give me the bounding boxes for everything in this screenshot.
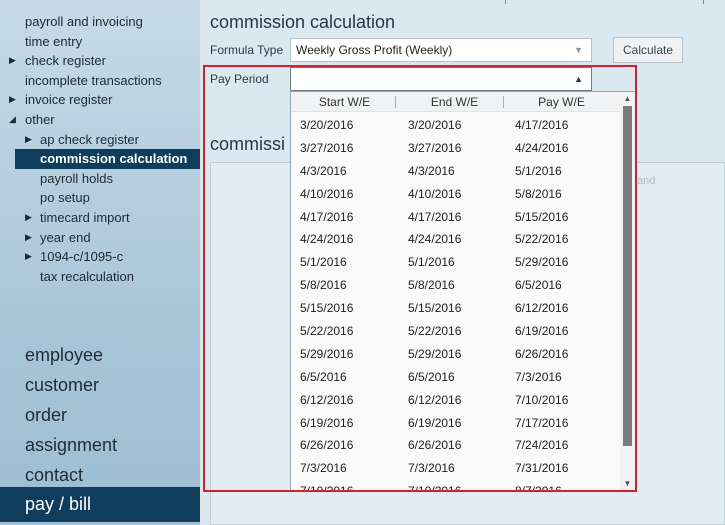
page-title: commission calculation <box>210 12 396 32</box>
sidebar-item[interactable]: payroll and invoicing <box>0 12 200 32</box>
sidebar-item-label: year end <box>40 229 91 245</box>
sidebar-item-label: incomplete transactions <box>25 72 162 88</box>
divider <box>505 0 506 4</box>
sidebar-item[interactable]: tax recalculation <box>0 267 200 287</box>
sidebar-item[interactable]: payroll holds <box>0 169 200 189</box>
calculate-button[interactable]: Calculate <box>613 37 683 63</box>
sidebar-item[interactable]: ▶ timecard import <box>0 208 200 228</box>
sidebar-item-label: commission calculation <box>40 151 188 167</box>
sidebar-item[interactable]: ▶ invoice register <box>0 90 200 110</box>
sidebar-item-label: other <box>25 111 55 127</box>
module-order[interactable]: order <box>0 400 200 430</box>
expand-arrow-icon[interactable]: ▶ <box>25 247 32 267</box>
sidebar-item[interactable]: ▶ year end <box>0 228 200 248</box>
sidebar-item[interactable]: po setup <box>0 188 200 208</box>
sidebar-item-label: ap check register <box>40 131 139 147</box>
sidebar-item-label: check register <box>25 53 106 69</box>
module-employee[interactable]: employee <box>0 340 200 370</box>
sidebar-item[interactable]: ▶ 1094-c/1095-c <box>0 247 200 267</box>
formula-type-select[interactable]: Weekly Gross Profit (Weekly) ▼ <box>290 38 592 62</box>
sidebar-item[interactable]: ▶ ap check register <box>0 130 200 150</box>
highlight-box <box>203 65 637 492</box>
sidebar-item-label: invoice register <box>25 92 113 108</box>
expand-arrow-icon[interactable]: ▶ <box>9 90 16 110</box>
formula-type-label: Formula Type <box>210 43 284 57</box>
sidebar-item-label: timecard import <box>40 209 130 225</box>
nav-tree: payroll and invoicing time entry ▶ check re… <box>0 12 200 286</box>
sidebar-item[interactable]: ▶ check register <box>0 51 200 71</box>
module-pay-bill[interactable]: pay / bill <box>0 487 200 522</box>
expanded-arrow-icon[interactable]: ◢ <box>9 110 16 130</box>
formula-type-value: Weekly Gross Profit (Weekly) <box>296 43 453 57</box>
expand-arrow-icon[interactable]: ▶ <box>25 228 32 248</box>
sidebar-item-label: tax recalculation <box>40 268 134 284</box>
sidebar: payroll and invoicing time entry ▶ check re… <box>0 0 200 525</box>
module-contact[interactable]: contact <box>0 460 200 490</box>
sidebar-item-label: payroll holds <box>40 170 113 186</box>
sidebar-item-label: time entry <box>25 33 83 49</box>
sidebar-item[interactable]: incomplete transactions <box>0 71 200 91</box>
sidebar-item[interactable]: commission calculation <box>15 149 200 169</box>
panel-text: and <box>637 175 656 187</box>
sidebar-item[interactable]: ◢ other <box>0 110 200 130</box>
module-assignment[interactable]: assignment <box>0 430 200 460</box>
sidebar-item-label: po setup <box>40 190 90 206</box>
sidebar-item-label: 1094-c/1095-c <box>40 249 124 265</box>
expand-arrow-icon[interactable]: ▶ <box>9 51 16 71</box>
divider <box>703 0 704 4</box>
sidebar-item-label: payroll and invoicing <box>25 14 143 29</box>
module-customer[interactable]: customer <box>0 370 200 400</box>
expand-arrow-icon[interactable]: ▶ <box>25 208 32 228</box>
expand-arrow-icon[interactable]: ▶ <box>25 130 32 150</box>
chevron-down-icon: ▼ <box>574 45 583 55</box>
sidebar-item[interactable]: time entry <box>0 32 200 52</box>
